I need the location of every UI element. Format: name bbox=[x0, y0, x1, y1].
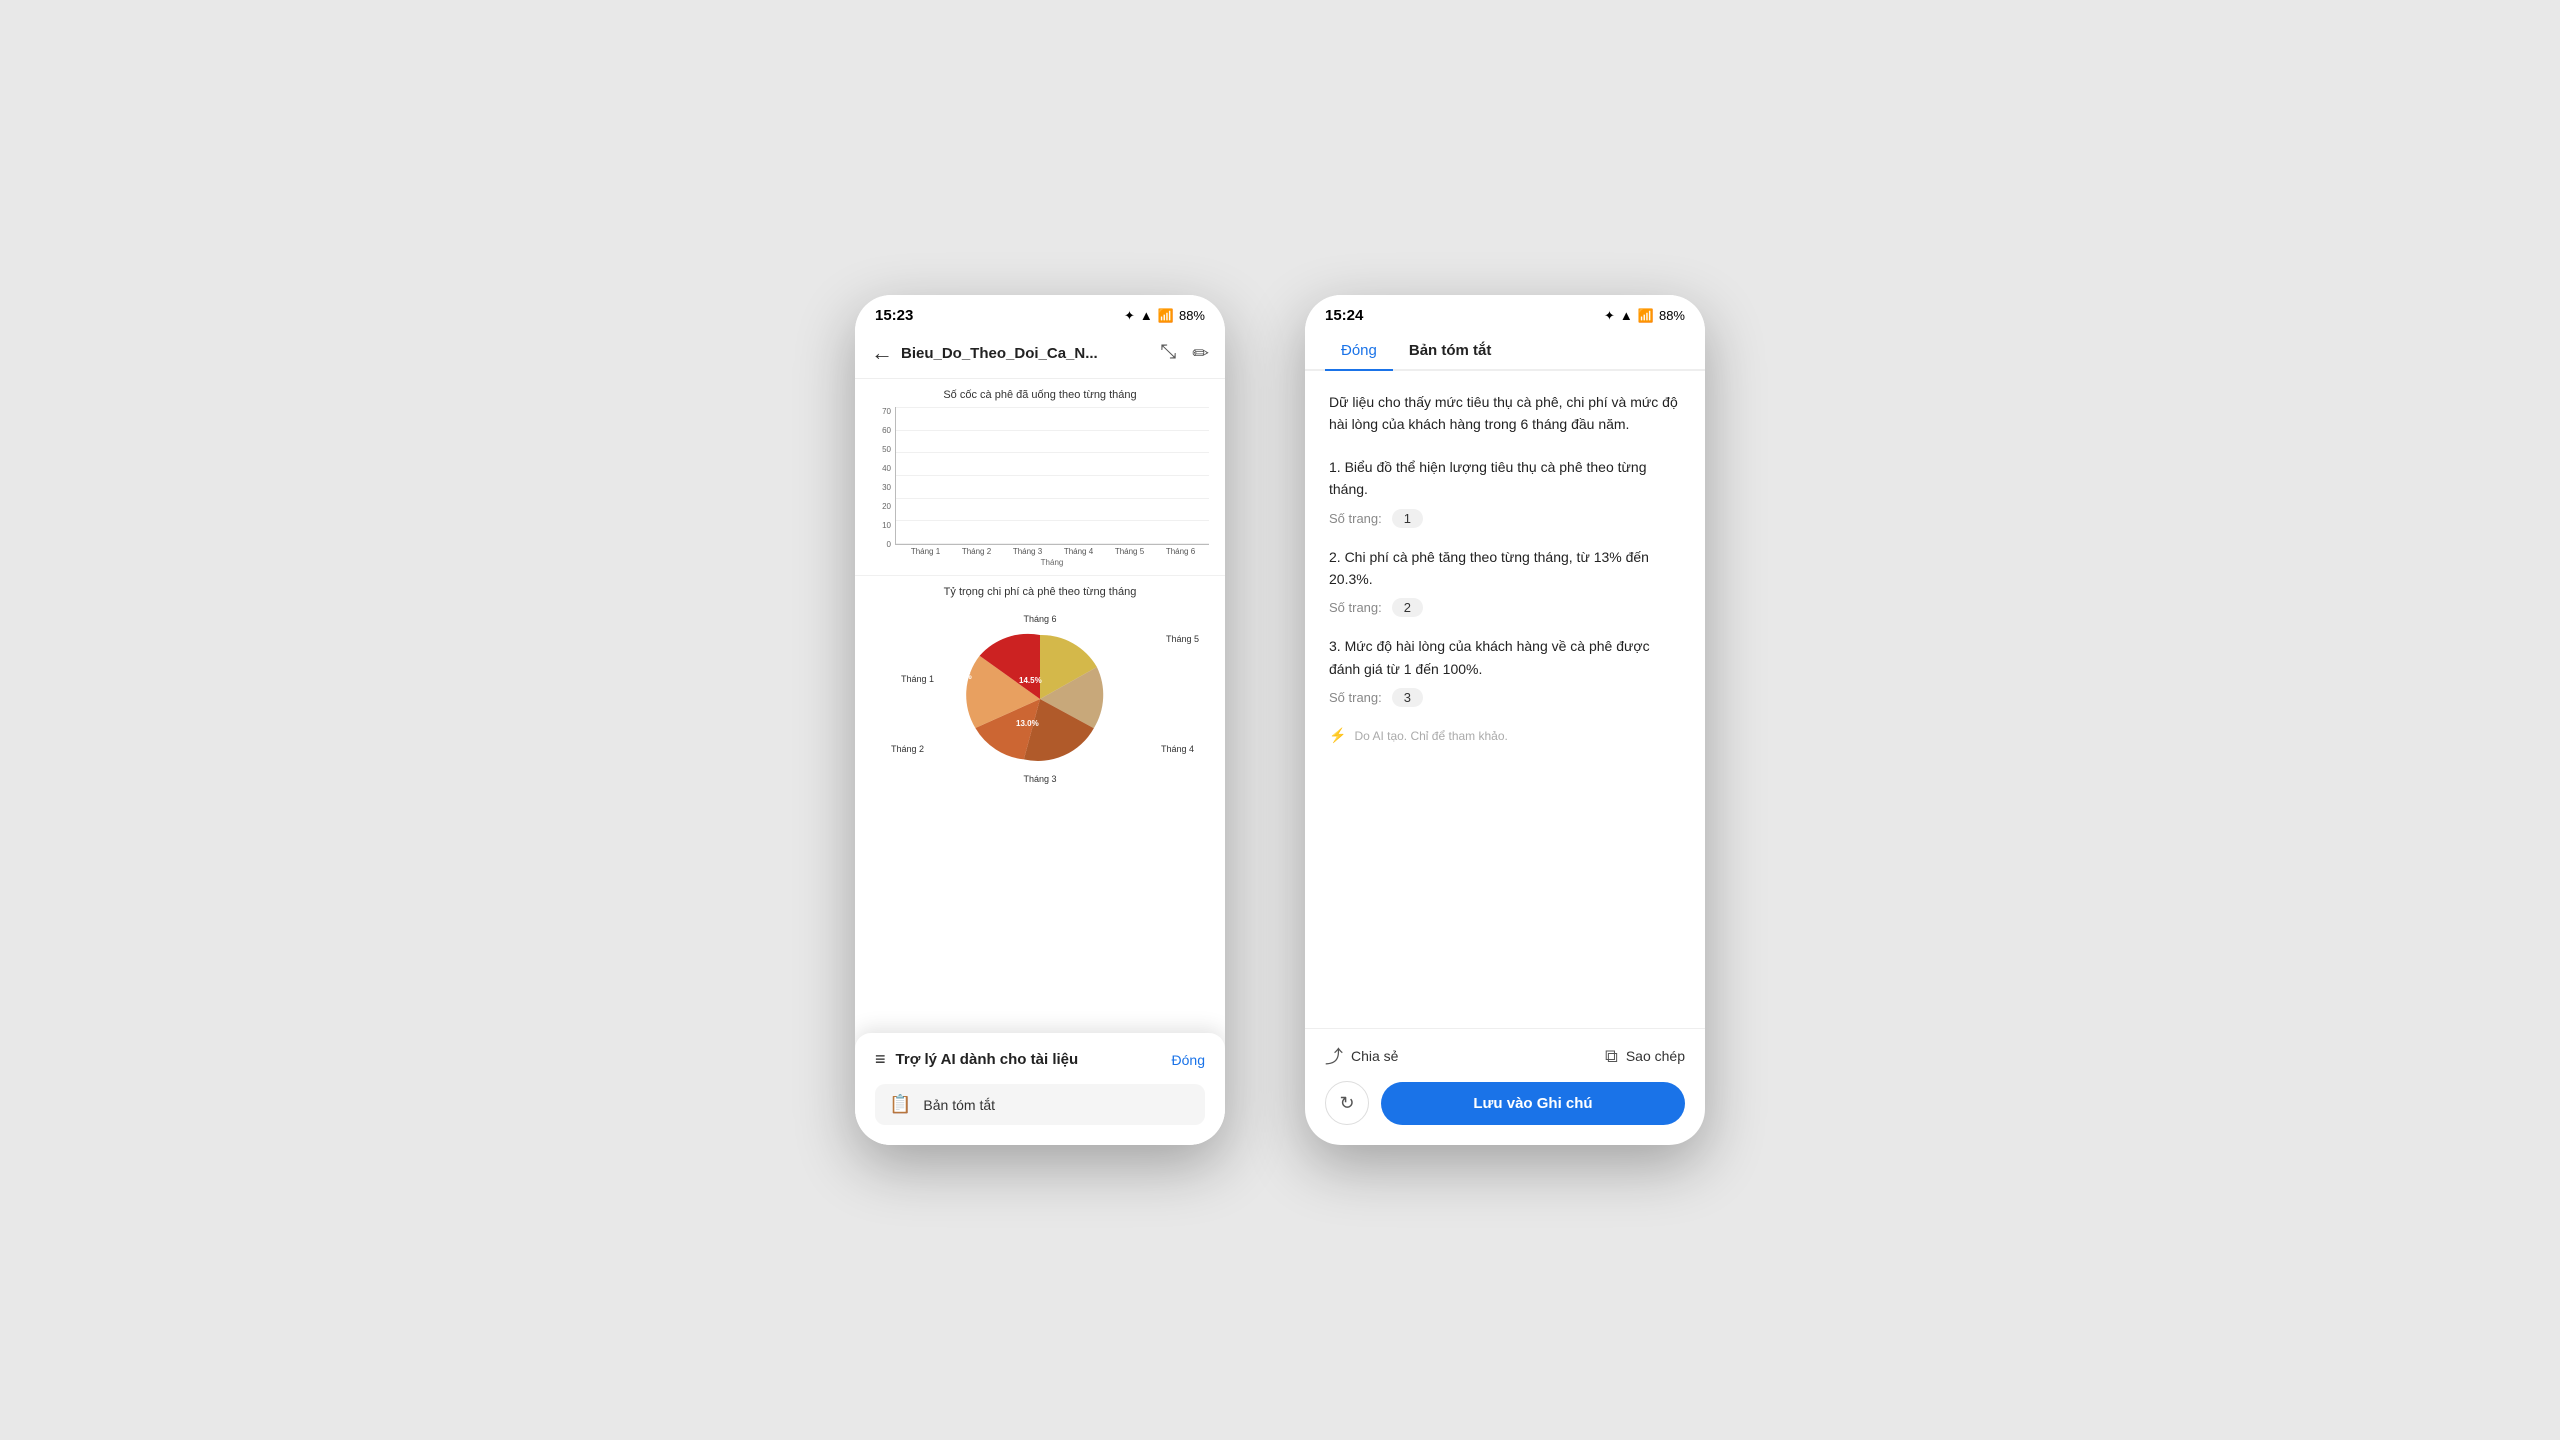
summary-item-icon: 📋 bbox=[889, 1094, 911, 1115]
summary-item-1-text: 1. Biểu đồ thể hiện lượng tiêu thụ cà ph… bbox=[1329, 456, 1681, 501]
tab-ban-tom-tat[interactable]: Bản tóm tắt bbox=[1393, 332, 1508, 369]
right-time: 15:24 bbox=[1325, 307, 1363, 324]
left-phone: 15:23 ✦ ▲ 📶 88% ← Bieu_Do_Theo_Doi_Ca_N.… bbox=[855, 295, 1225, 1145]
y-tick-10: 10 bbox=[882, 521, 891, 530]
signal-icon: 📶 bbox=[1158, 308, 1174, 324]
right-panel: 15:24 ✦ ▲ 📶 88% Đóng Bản tóm tắt Dữ liệu… bbox=[1305, 295, 1705, 1145]
summary-item-2: 2. Chi phí cà phê tăng theo từng tháng, … bbox=[1329, 546, 1681, 618]
pie-pct-thang1: 14.5% bbox=[1019, 676, 1042, 685]
bluetooth-icon: ✦ bbox=[1124, 308, 1135, 324]
left-status-bar: 15:23 ✦ ▲ 📶 88% bbox=[855, 295, 1225, 332]
page-badge-1[interactable]: 1 bbox=[1392, 509, 1423, 528]
x-label-thang2: Tháng 2 bbox=[954, 547, 999, 556]
summary-content: Dữ liệu cho thấy mức tiêu thụ cà phê, ch… bbox=[1305, 371, 1705, 1028]
refresh-button[interactable]: ↻ bbox=[1325, 1081, 1369, 1125]
right-footer: ⤴ Chia sẻ ⧉ Sao chép ↻ Lưu vào Ghi chú bbox=[1305, 1028, 1705, 1145]
summary-item-label: Bản tóm tắt bbox=[923, 1097, 995, 1113]
ai-menu-icon: ≡ bbox=[875, 1049, 886, 1070]
page-badge-3[interactable]: 3 bbox=[1392, 688, 1423, 707]
summary-item-1: 1. Biểu đồ thể hiện lượng tiêu thụ cà ph… bbox=[1329, 456, 1681, 528]
ai-panel-close-button[interactable]: Đóng bbox=[1172, 1052, 1205, 1068]
ai-disclaimer-icon: ⚡ bbox=[1329, 727, 1346, 744]
ai-panel-title: ≡ Trợ lý AI dành cho tài liệu bbox=[875, 1049, 1078, 1070]
pie-pct-thang5: 18.8% bbox=[913, 704, 936, 713]
y-tick-0: 0 bbox=[887, 540, 891, 549]
share-action[interactable]: ⤴ Chia sẻ bbox=[1325, 1043, 1398, 1069]
back-button[interactable]: ← bbox=[871, 340, 893, 366]
ai-panel-header: ≡ Trợ lý AI dành cho tài liệu Đóng bbox=[875, 1049, 1205, 1070]
ai-panel-summary-item[interactable]: 📋 Bản tóm tắt bbox=[875, 1084, 1205, 1125]
page-label-3: Số trang: bbox=[1329, 690, 1382, 705]
ai-assistant-panel: ≡ Trợ lý AI dành cho tài liệu Đóng 📋 Bản… bbox=[855, 1033, 1225, 1145]
pie-label-thang4: Tháng 4 bbox=[1161, 744, 1194, 754]
footer-save-row: ↻ Lưu vào Ghi chú bbox=[1325, 1081, 1685, 1125]
pie-label-thang1: Tháng 1 bbox=[901, 674, 934, 684]
y-tick-50: 50 bbox=[882, 445, 891, 454]
pie-chart-title: Tỷ trọng chi phí cà phê theo từng tháng bbox=[871, 586, 1209, 598]
wifi-icon: ▲ bbox=[1140, 308, 1153, 323]
pie-chart-section: Tỷ trọng chi phí cà phê theo từng tháng bbox=[855, 576, 1225, 802]
y-tick-60: 60 bbox=[882, 426, 891, 435]
ai-disclaimer: ⚡ Do AI tạo. Chỉ để tham khảo. bbox=[1329, 727, 1681, 744]
copy-action-icon: ⧉ bbox=[1605, 1046, 1618, 1067]
copy-label: Sao chép bbox=[1626, 1048, 1685, 1064]
summary-intro-text: Dữ liệu cho thấy mức tiêu thụ cà phê, ch… bbox=[1329, 391, 1681, 436]
right-bluetooth-icon: ✦ bbox=[1604, 308, 1615, 324]
summary-item-3: 3. Mức độ hài lòng của khách hàng về cà … bbox=[1329, 635, 1681, 707]
y-tick-70: 70 bbox=[882, 407, 891, 416]
x-label-thang5: Tháng 5 bbox=[1107, 547, 1152, 556]
share-icon[interactable]: ⤡ bbox=[1160, 341, 1176, 366]
right-wifi-icon: ▲ bbox=[1620, 308, 1633, 323]
copy-action[interactable]: ⧉ Sao chép bbox=[1605, 1046, 1685, 1067]
edit-icon[interactable]: ✏ bbox=[1192, 341, 1209, 366]
summary-item-2-page-row: Số trang: 2 bbox=[1329, 598, 1681, 617]
right-tabs: Đóng Bản tóm tắt bbox=[1305, 332, 1705, 371]
bar-chart-section: Số cốc cà phê đã uống theo từng tháng 0 … bbox=[855, 379, 1225, 576]
y-tick-20: 20 bbox=[882, 502, 891, 511]
page-badge-2[interactable]: 2 bbox=[1392, 598, 1423, 617]
save-button[interactable]: Lưu vào Ghi chú bbox=[1381, 1082, 1685, 1125]
x-label-thang4: Tháng 4 bbox=[1056, 547, 1101, 556]
refresh-icon: ↻ bbox=[1339, 1093, 1354, 1114]
right-status-bar: 15:24 ✦ ▲ 📶 88% bbox=[1305, 295, 1705, 332]
page-label-1: Số trang: bbox=[1329, 511, 1382, 526]
pie-pct-thang3: 17.8% bbox=[971, 754, 994, 763]
pie-pct-thang4: 15.9% bbox=[921, 744, 944, 753]
y-tick-30: 30 bbox=[882, 483, 891, 492]
pie-label-thang5: Tháng 5 bbox=[1166, 634, 1199, 644]
right-status-icons: ✦ ▲ 📶 88% bbox=[1604, 308, 1685, 324]
pie-pct-thang6: 20.0% bbox=[949, 672, 972, 681]
pie-label-thang2: Tháng 2 bbox=[891, 744, 924, 754]
summary-item-3-page-row: Số trang: 3 bbox=[1329, 688, 1681, 707]
footer-actions-row: ⤴ Chia sẻ ⧉ Sao chép bbox=[1325, 1043, 1685, 1069]
document-content: Số cốc cà phê đã uống theo từng tháng 0 … bbox=[855, 379, 1225, 1145]
ai-disclaimer-text: Do AI tạo. Chỉ để tham khảo. bbox=[1354, 729, 1507, 743]
left-time: 15:23 bbox=[875, 307, 913, 324]
x-label-thang1: Tháng 1 bbox=[903, 547, 948, 556]
tab-dong[interactable]: Đóng bbox=[1325, 332, 1393, 371]
page-label-2: Số trang: bbox=[1329, 600, 1382, 615]
toolbar-actions: ⤡ ✏ bbox=[1160, 341, 1209, 366]
right-battery-text: 88% bbox=[1659, 308, 1685, 323]
summary-item-3-text: 3. Mức độ hài lòng của khách hàng về cà … bbox=[1329, 635, 1681, 680]
summary-item-1-page-row: Số trang: 1 bbox=[1329, 509, 1681, 528]
right-signal-icon: 📶 bbox=[1638, 308, 1654, 324]
pie-pct-thang2: 13.0% bbox=[1016, 719, 1039, 728]
left-status-icons: ✦ ▲ 📶 88% bbox=[1124, 308, 1205, 324]
x-label-thang6: Tháng 6 bbox=[1158, 547, 1203, 556]
x-label-thang3: Tháng 3 bbox=[1005, 547, 1050, 556]
battery-text: 88% bbox=[1179, 308, 1205, 323]
y-tick-40: 40 bbox=[882, 464, 891, 473]
document-title: Bieu_Do_Theo_Doi_Ca_N... bbox=[901, 345, 1160, 362]
share-label: Chia sẻ bbox=[1351, 1048, 1398, 1064]
pie-label-thang6: Tháng 6 bbox=[1023, 614, 1056, 624]
summary-item-2-text: 2. Chi phí cà phê tăng theo từng tháng, … bbox=[1329, 546, 1681, 591]
left-toolbar: ← Bieu_Do_Theo_Doi_Ca_N... ⤡ ✏ bbox=[855, 332, 1225, 379]
share-action-icon: ⤴ bbox=[1325, 1043, 1343, 1069]
pie-label-thang3: Tháng 3 bbox=[1023, 774, 1056, 784]
x-axis-label: Tháng bbox=[895, 558, 1209, 567]
pie-chart-container: 14.5% 13.0% 17.8% 15.9% 18.8% 20.0% Thán… bbox=[871, 604, 1209, 794]
bar-chart-title: Số cốc cà phê đã uống theo từng tháng bbox=[871, 389, 1209, 401]
